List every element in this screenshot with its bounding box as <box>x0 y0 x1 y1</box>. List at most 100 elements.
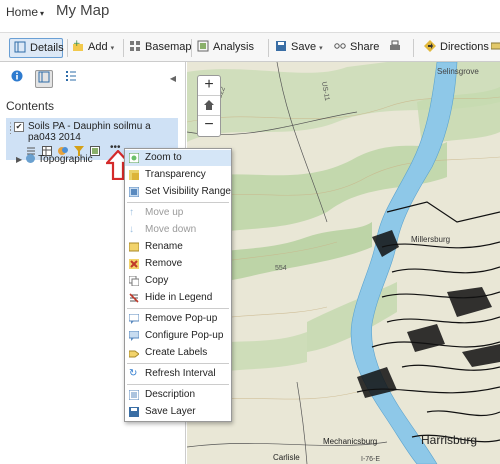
directions-icon <box>424 40 436 52</box>
menu-label: Zoom to <box>145 152 182 163</box>
zoom-controls: + − <box>197 75 221 137</box>
transparency-icon <box>129 170 139 180</box>
divider <box>191 39 192 57</box>
legend-tab[interactable] <box>62 70 80 88</box>
menu-label: Hide in Legend <box>145 292 213 303</box>
menu-move-down: ↓ Move down <box>125 222 231 238</box>
zoom-in-button[interactable]: + <box>198 76 220 96</box>
map-view[interactable]: Selinsgrove Millersburg 554 US-522 US-11… <box>187 62 500 464</box>
menu-transparency[interactable]: Transparency <box>125 167 231 183</box>
zoom-to-icon <box>129 153 139 163</box>
chevron-down-icon: ▾ <box>40 9 45 18</box>
menu-label: Transparency <box>145 169 206 180</box>
home-menu[interactable]: Home ▾ <box>6 5 44 19</box>
divider <box>413 39 414 57</box>
share-icon <box>334 40 346 52</box>
default-extent-button[interactable] <box>198 96 220 116</box>
visibility-range-icon <box>129 187 139 197</box>
menu-label: Move up <box>145 207 184 218</box>
map-label-elevation: 554 <box>275 265 287 272</box>
arrow-up-icon: ↑ <box>129 207 134 218</box>
info-icon <box>11 70 23 82</box>
map-label-selinsgrove: Selinsgrove <box>437 67 479 76</box>
analysis-icon <box>197 40 209 52</box>
menu-label: Rename <box>145 241 183 252</box>
menu-visibility-range[interactable]: Set Visibility Range <box>125 184 231 200</box>
menu-refresh-interval[interactable]: ↻ Refresh Interval <box>125 366 231 382</box>
menu-divider <box>127 363 229 364</box>
directions-button[interactable]: Directions <box>424 38 489 58</box>
details-button[interactable]: Details <box>9 38 64 58</box>
hide-legend-icon <box>129 293 139 303</box>
menu-hide-in-legend[interactable]: Hide in Legend <box>125 290 231 306</box>
content-tab[interactable] <box>35 70 53 88</box>
layer-visibility-checkbox[interactable]: ✔ <box>14 122 24 132</box>
map-label-mechanicsburg: Mechanicsburg <box>323 437 377 446</box>
home-label: Home <box>6 5 39 19</box>
divider <box>67 39 68 57</box>
menu-remove-popup[interactable]: Remove Pop-up <box>125 311 231 327</box>
save-button[interactable]: Save ▾ <box>275 38 323 58</box>
menu-divider <box>127 384 229 385</box>
menu-divider <box>127 202 229 203</box>
menu-configure-popup[interactable]: Configure Pop-up <box>125 328 231 344</box>
basemap-button[interactable]: Basemap <box>129 38 191 58</box>
menu-move-up: ↑ Move up <box>125 205 231 221</box>
collapse-sidebar-icon[interactable]: ◀ <box>170 74 176 83</box>
share-label: Share <box>350 41 380 53</box>
menu-label: Refresh Interval <box>145 368 216 379</box>
menu-rename[interactable]: Rename <box>125 239 231 255</box>
basemap-label: Basemap <box>145 41 192 53</box>
menu-label: Move down <box>145 224 197 235</box>
menu-create-labels[interactable]: Create Labels <box>125 345 231 361</box>
page-title: My Map <box>56 2 110 19</box>
save-label: Save <box>291 41 317 53</box>
menu-zoom-to[interactable]: Zoom to <box>125 150 231 166</box>
svg-text:+: + <box>73 40 81 49</box>
details-label: Details <box>30 42 64 54</box>
add-layer-icon: + <box>72 39 84 52</box>
divider <box>123 39 124 57</box>
menu-label: Remove Pop-up <box>145 313 218 324</box>
basemap-label: Topographic <box>38 154 93 165</box>
basemap-item[interactable]: ▶ Topographic <box>16 154 93 165</box>
legend-icon <box>66 71 76 81</box>
menu-label: Copy <box>145 275 169 286</box>
configure-popup-icon <box>129 331 139 341</box>
add-button[interactable]: + Add ▾ <box>72 38 114 58</box>
print-icon <box>389 40 401 52</box>
topographic-map: Selinsgrove Millersburg 554 US-522 US-11… <box>187 62 500 464</box>
menu-label: Set Visibility Range <box>145 186 231 197</box>
divider <box>268 39 269 57</box>
print-button[interactable] <box>389 38 405 58</box>
menu-description[interactable]: Description <box>125 387 231 403</box>
save-icon <box>275 40 287 52</box>
zoom-out-button[interactable]: − <box>198 116 220 136</box>
menu-save-layer[interactable]: Save Layer <box>125 404 231 420</box>
directions-label: Directions <box>440 41 489 53</box>
description-icon <box>129 390 139 400</box>
globe-icon <box>26 154 36 163</box>
measure-icon <box>490 40 500 52</box>
remove-icon <box>129 259 139 269</box>
home-icon <box>204 100 214 110</box>
contents-heading: Contents <box>6 99 55 113</box>
remove-popup-icon <box>129 314 139 324</box>
menu-remove[interactable]: Remove <box>125 256 231 272</box>
arrow-down-icon: ↓ <box>129 224 134 235</box>
analysis-button[interactable]: Analysis <box>197 38 254 58</box>
content-icon <box>38 71 50 83</box>
chevron-down-icon: ▾ <box>110 45 115 52</box>
measure-button[interactable] <box>490 38 500 58</box>
map-label-route-76: I-76-E <box>361 456 380 463</box>
menu-label: Remove <box>145 258 183 269</box>
expand-arrow-icon[interactable]: ▶ <box>16 155 22 164</box>
share-button[interactable]: Share <box>334 38 379 58</box>
map-label-millersburg: Millersburg <box>411 235 450 244</box>
drag-handle-icon[interactable]: ⋮ ⋮ <box>6 122 15 135</box>
menu-copy[interactable]: Copy <box>125 273 231 289</box>
layer-context-menu: Zoom to Transparency Set Visibility Rang… <box>124 148 232 422</box>
about-tab[interactable] <box>8 70 26 88</box>
layer-name: Soils PA - Dauphin soilmu a pa043 2014 <box>28 121 151 143</box>
labels-icon <box>129 350 139 358</box>
